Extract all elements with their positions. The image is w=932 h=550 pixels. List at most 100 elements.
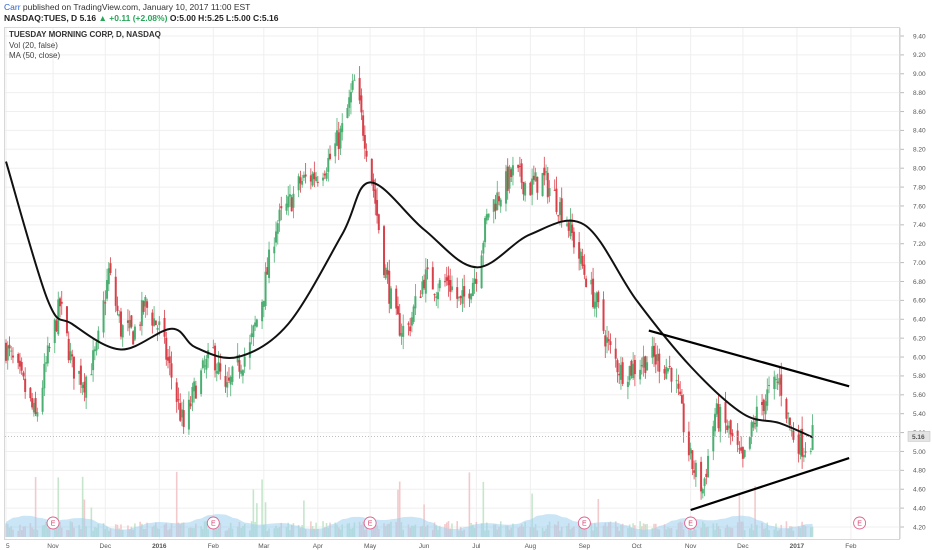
candle-body <box>376 199 379 216</box>
candle-body <box>463 286 466 297</box>
candle-body <box>402 325 405 337</box>
candle-body <box>694 462 697 478</box>
candle-body <box>83 381 86 393</box>
candle-body <box>675 380 678 382</box>
candle-body <box>499 199 502 207</box>
candle-body <box>327 157 330 172</box>
candle-body <box>743 449 746 457</box>
price-axis-label: 6.20 <box>913 335 926 342</box>
candle-body <box>485 214 488 221</box>
candle-body <box>287 196 290 208</box>
candle-body <box>492 199 495 212</box>
time-axis-label: Oct <box>632 543 642 550</box>
candle-body <box>703 478 706 487</box>
candle-body <box>621 362 624 384</box>
candle-body <box>337 132 340 150</box>
candle-body <box>144 296 147 307</box>
candle-body <box>797 434 800 454</box>
candle-body <box>419 296 422 298</box>
candle-body <box>682 403 685 433</box>
candle-body <box>802 454 805 458</box>
candle-body <box>309 175 312 182</box>
candle-body <box>520 163 523 183</box>
candle-body <box>461 290 464 304</box>
candle-body <box>203 365 206 367</box>
candle-body <box>386 269 389 275</box>
candle-body <box>107 268 110 285</box>
candle-body <box>278 209 281 222</box>
time-axis-label: May <box>364 543 377 550</box>
candle-body <box>43 363 46 389</box>
price-axis-label: 7.80 <box>913 184 926 191</box>
candle-body <box>470 293 473 300</box>
price-axis-label: 4.80 <box>913 468 926 475</box>
candle-body <box>365 150 368 157</box>
candle-body <box>34 398 37 415</box>
candle-body <box>316 181 319 183</box>
candle-body <box>409 326 412 332</box>
candle-body <box>726 425 729 430</box>
candle-body <box>646 362 649 371</box>
candle-body <box>224 376 227 387</box>
price-axis-label: 8.20 <box>913 147 926 154</box>
candle-body <box>471 282 474 297</box>
candle-body <box>18 360 21 367</box>
candle-body <box>496 192 499 210</box>
candle-body <box>67 338 70 361</box>
candle-body <box>787 412 790 414</box>
candle-body <box>560 198 563 223</box>
candle-body <box>104 302 107 304</box>
candle-body <box>41 387 44 412</box>
candle-body <box>785 398 788 419</box>
candle-body <box>346 108 349 119</box>
candle-body <box>85 376 88 398</box>
earnings-marker-label: E <box>51 520 56 527</box>
candle-body <box>130 315 133 327</box>
candle-body <box>182 410 185 427</box>
candle-body <box>255 319 258 327</box>
candle-body <box>46 345 49 364</box>
price-axis-label: 5.80 <box>913 373 926 380</box>
price-axis-label: 7.00 <box>913 260 926 267</box>
candle-body <box>768 384 771 387</box>
candle-body <box>163 317 166 337</box>
candle-body <box>691 450 694 469</box>
candle-body <box>241 370 244 376</box>
candle-body <box>449 280 452 292</box>
candle-body <box>400 332 403 337</box>
candle-body <box>90 374 93 376</box>
candle-body <box>717 404 720 429</box>
trendline-upper[interactable] <box>648 329 850 388</box>
candle-body <box>508 166 511 189</box>
candle-body <box>689 448 692 454</box>
candle-body <box>555 188 558 213</box>
candle-body <box>290 197 293 212</box>
price-chart[interactable]: 9.40 9.20 9.00 8.80 8.60 8.40 8.20 8.00 7.80 7.60… <box>0 0 932 550</box>
candle-body <box>219 363 222 372</box>
trendline-lower[interactable] <box>690 457 850 512</box>
candle-body <box>264 271 267 307</box>
candle-body <box>719 407 722 432</box>
candle-body <box>424 269 427 294</box>
candle-body <box>156 328 159 330</box>
candle-body <box>24 378 27 392</box>
candle-body <box>607 339 610 342</box>
candle-body <box>29 387 32 399</box>
candle-body <box>536 176 539 193</box>
candle-body <box>487 213 490 218</box>
candle-body <box>243 356 246 367</box>
candle-body <box>299 177 302 184</box>
candle-body <box>292 193 295 208</box>
legend-title: TUESDAY MORNING CORP, D, NASDAQ <box>9 30 161 39</box>
candle-body <box>663 369 666 374</box>
candle-body <box>238 360 241 372</box>
candle-body <box>494 203 497 211</box>
price-axis-label: 6.60 <box>913 298 926 305</box>
candle-body <box>167 357 170 361</box>
candle-body <box>168 356 171 364</box>
candle-body <box>572 231 575 248</box>
candle-body <box>301 180 304 185</box>
candle-body <box>755 406 758 427</box>
price-axis-label: 5.00 <box>913 449 926 456</box>
legend-moving-average: MA (50, close) <box>9 51 61 60</box>
